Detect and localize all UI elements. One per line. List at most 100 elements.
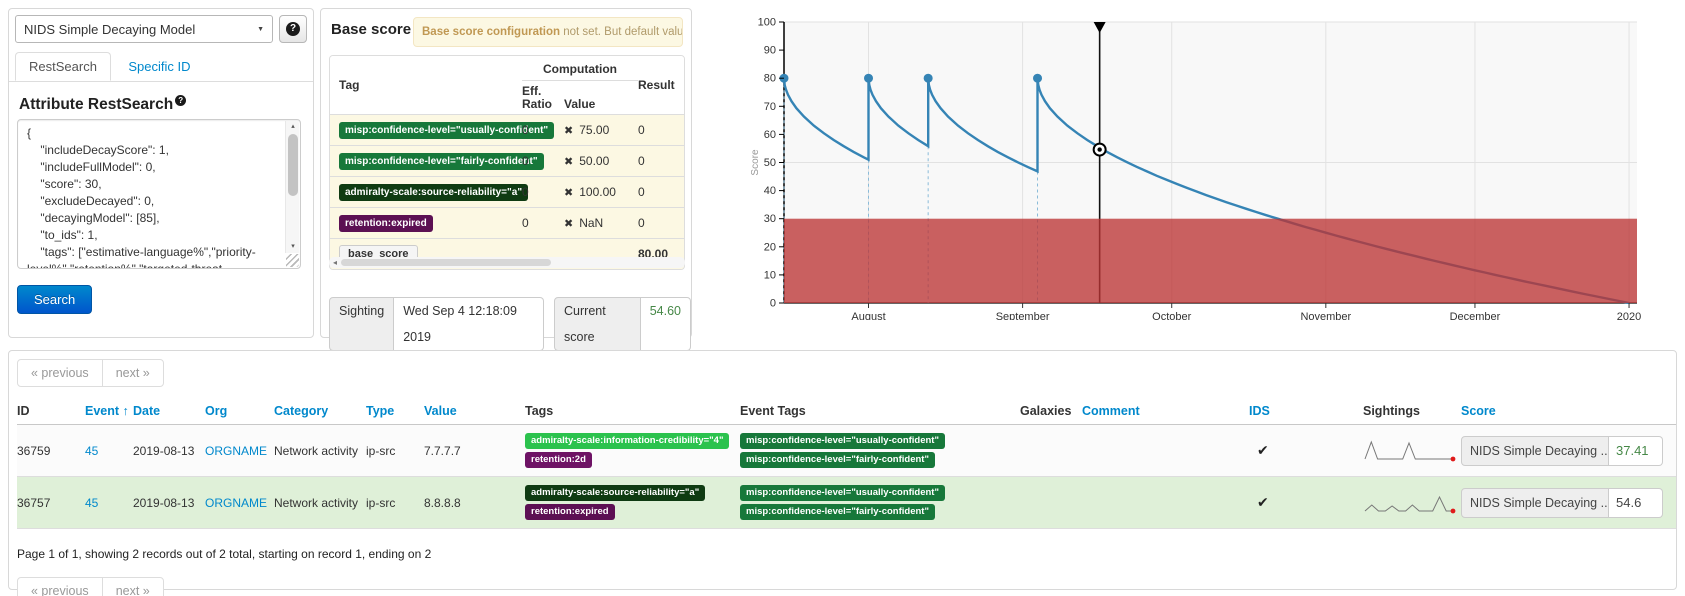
event-tag-badge: misp:confidence-level="usually-confident… xyxy=(740,485,945,501)
attribute-category: Network activity xyxy=(274,496,366,510)
resize-grip[interactable] xyxy=(286,254,299,267)
col-sightings: Sightings xyxy=(1363,404,1461,418)
col-tag: Tag xyxy=(330,56,522,114)
col-result: Result xyxy=(638,56,682,114)
tab-specific-id[interactable]: Specific ID xyxy=(115,53,203,80)
svg-text:2020: 2020 xyxy=(1617,311,1641,320)
col-category[interactable]: Category xyxy=(274,404,366,418)
results-table-header: ID Event ↑ Date Org Category Type Value … xyxy=(17,397,1676,425)
score-value: 37.41 xyxy=(1609,436,1663,466)
event-tag-badge: misp:confidence-level="usually-confident… xyxy=(740,433,945,449)
score-widget: NIDS Simple Decaying ... 54.6 xyxy=(1461,488,1671,518)
attribute-value: 7.7.7.7 xyxy=(424,444,525,458)
result-value: 0 xyxy=(638,123,682,137)
next-page-button[interactable]: next » xyxy=(102,577,164,596)
event-link[interactable]: 45 xyxy=(85,444,133,458)
sort-asc-icon: ↑ xyxy=(123,404,129,418)
eff-ratio-value: 0 xyxy=(522,216,564,230)
event-tag-badge: misp:confidence-level="fairly-confident" xyxy=(740,504,935,520)
attribute-value: 8.8.8.8 xyxy=(424,496,525,510)
base-score-table: Tag Computation Eff.Ratio Value Result m… xyxy=(329,55,685,270)
svg-text:30: 30 xyxy=(764,213,776,225)
col-type[interactable]: Type xyxy=(366,404,424,418)
result-value: 0 xyxy=(638,185,682,199)
chevron-down-icon: ▼ xyxy=(257,26,264,33)
previous-page-button[interactable]: « previous xyxy=(17,359,103,387)
restsearch-json-input[interactable]: { "includeDecayScore": 1, "includeFullMo… xyxy=(17,119,301,269)
sighting-value: Wed Sep 4 12:18:09 2019 xyxy=(394,297,544,351)
attribute-date: 2019-08-13 xyxy=(133,496,205,510)
search-button[interactable]: Search xyxy=(17,285,92,314)
help-button[interactable]: ? xyxy=(279,15,307,43)
score-value: 54.6 xyxy=(1609,488,1663,518)
attribute-row-selected: 36757 45 2019-08-13 ORGNAME Network acti… xyxy=(17,477,1676,529)
vertical-scrollbar[interactable]: ▴ ▾ xyxy=(285,121,299,253)
attribute-date: 2019-08-13 xyxy=(133,444,205,458)
col-event[interactable]: Event ↑ xyxy=(85,404,133,418)
multiply-icon: ✖ xyxy=(564,125,573,137)
scroll-left-icon[interactable]: ◂ xyxy=(329,258,341,267)
scrollbar-thumb[interactable] xyxy=(341,259,551,266)
attribute-id: 36757 xyxy=(17,496,85,510)
base-score-row: retention:expired 0 ✖NaN 0 xyxy=(330,207,684,238)
search-tabs: RestSearch Specific ID xyxy=(9,51,313,82)
base-score-row: misp:confidence-level="fairly-confident"… xyxy=(330,145,684,176)
model-select-value: NIDS Simple Decaying Model xyxy=(24,22,195,37)
pagination-summary: Page 1 of 1, showing 2 records out of 2 … xyxy=(17,547,1676,561)
tab-restsearch[interactable]: RestSearch xyxy=(15,52,111,81)
event-link[interactable]: 45 xyxy=(85,496,133,510)
model-select[interactable]: NIDS Simple Decaying Model ▼ xyxy=(15,15,273,43)
col-galaxies: Galaxies xyxy=(1020,404,1082,418)
ids-check-icon: ✔ xyxy=(1249,442,1363,459)
col-comment[interactable]: Comment xyxy=(1082,404,1249,418)
pagination-bottom: « previous next » xyxy=(17,577,164,596)
col-computation: Computation xyxy=(522,62,638,81)
col-eff-ratio: Eff.Ratio xyxy=(522,85,564,111)
current-score-label: Current score xyxy=(554,297,641,351)
scrollbar-thumb[interactable] xyxy=(288,134,298,196)
current-score-value: 54.60 xyxy=(641,297,691,351)
score-model-name: NIDS Simple Decaying ... xyxy=(1461,488,1609,518)
col-score[interactable]: Score xyxy=(1461,404,1671,418)
multiply-icon: ✖ xyxy=(564,187,573,199)
tag-badge: admiralty-scale:source-reliability="a" xyxy=(525,485,705,501)
tag-numerical-value: 100.00 xyxy=(579,185,616,199)
svg-text:October: October xyxy=(1152,311,1191,320)
scroll-down-icon[interactable]: ▾ xyxy=(286,241,300,253)
tag-numerical-value: 50.00 xyxy=(579,154,609,168)
col-ids[interactable]: IDS xyxy=(1249,404,1363,418)
result-value: 0 xyxy=(638,216,682,230)
eff-ratio-value: 0 xyxy=(522,154,564,168)
col-org[interactable]: Org xyxy=(205,404,274,418)
base-score-row: admiralty-scale:source-reliability="a" 0… xyxy=(330,176,684,207)
scroll-up-icon[interactable]: ▴ xyxy=(286,121,300,133)
org-link[interactable]: ORGNAME xyxy=(205,444,274,458)
current-score-display: Current score 54.60 xyxy=(554,297,691,351)
svg-text:December: December xyxy=(1450,311,1501,320)
horizontal-scrollbar[interactable]: ◂ xyxy=(329,257,685,268)
org-link[interactable]: ORGNAME xyxy=(205,496,274,510)
decay-score-chart[interactable]: 0102030405060708090100AugustSeptemberOct… xyxy=(695,8,1685,320)
svg-text:0: 0 xyxy=(770,298,776,310)
tag-badge: retention:expired xyxy=(525,504,615,520)
tag-numerical-value: NaN xyxy=(579,216,603,230)
svg-text:90: 90 xyxy=(764,45,776,57)
next-page-button[interactable]: next » xyxy=(102,359,164,387)
previous-page-button[interactable]: « previous xyxy=(17,577,103,596)
tag-badge: retention:2d xyxy=(525,452,592,468)
svg-text:10: 10 xyxy=(764,269,776,281)
event-tag-badge: misp:confidence-level="fairly-confident" xyxy=(740,452,935,468)
tag-badge: admiralty-scale:source-reliability="a" xyxy=(339,184,528,201)
svg-text:50: 50 xyxy=(764,157,776,169)
svg-text:60: 60 xyxy=(764,129,776,141)
col-value[interactable]: Value xyxy=(424,404,525,418)
attribute-id: 36759 xyxy=(17,444,85,458)
result-value: 0 xyxy=(638,154,682,168)
attribute-category: Network activity xyxy=(274,444,366,458)
col-date[interactable]: Date xyxy=(133,404,205,418)
decay-chart-area: 0102030405060708090100AugustSeptemberOct… xyxy=(695,8,1685,320)
svg-text:Score: Score xyxy=(750,149,761,176)
col-tags: Tags xyxy=(525,404,740,418)
col-value: Value xyxy=(564,85,638,111)
col-id: ID xyxy=(17,404,85,418)
